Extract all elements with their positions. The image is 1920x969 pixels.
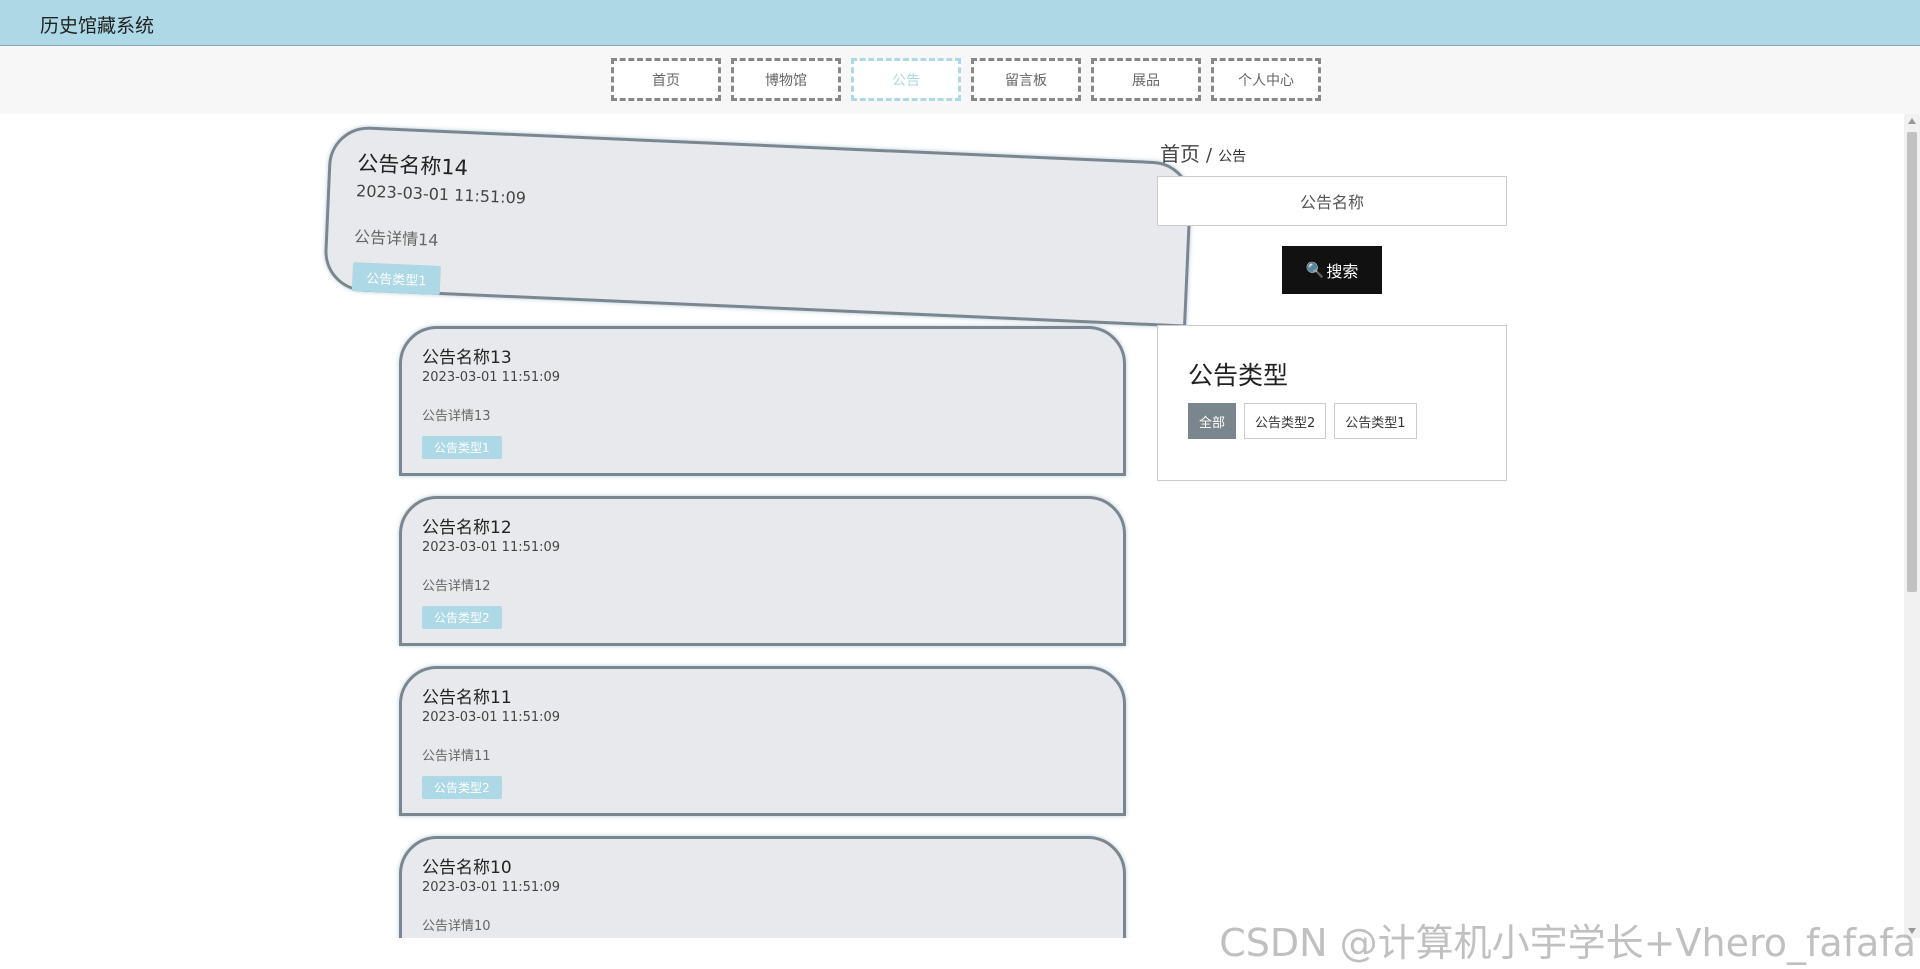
breadcrumb-home[interactable]: 首页 bbox=[1160, 142, 1200, 166]
nav-list: 首页 博物馆 公告 留言板 展品 个人中心 bbox=[611, 58, 1321, 101]
notice-title: 公告名称12 bbox=[422, 518, 512, 538]
search-button-label: 搜索 bbox=[1326, 262, 1359, 281]
type-filter-type1[interactable]: 公告类型1 bbox=[1334, 403, 1417, 439]
nav-item-user-center[interactable]: 个人中心 bbox=[1211, 58, 1321, 101]
nav-item-museum[interactable]: 博物馆 bbox=[731, 58, 841, 101]
notice-card[interactable]: 公告名称13 2023-03-01 11:51:09 公告详情13 公告类型1 bbox=[399, 326, 1126, 476]
notice-type-tag: 公告类型2 bbox=[422, 776, 502, 799]
notice-detail: 公告详情11 bbox=[422, 749, 491, 764]
type-filter-all[interactable]: 全部 bbox=[1188, 403, 1237, 439]
breadcrumb-separator: / bbox=[1206, 145, 1213, 166]
search-input[interactable]: 公告名称 bbox=[1157, 176, 1507, 226]
nav-item-message-board[interactable]: 留言板 bbox=[971, 58, 1081, 101]
notice-title: 公告名称11 bbox=[422, 688, 512, 708]
search-icon: 🔍 bbox=[1305, 261, 1325, 279]
content-area: 公告名称13 2023-03-01 11:51:09 公告详情13 公告类型1 … bbox=[0, 114, 1904, 938]
notice-detail: 公告详情12 bbox=[422, 579, 491, 594]
type-filter-type2[interactable]: 公告类型2 bbox=[1244, 403, 1327, 439]
notice-card[interactable]: 公告名称12 2023-03-01 11:51:09 公告详情12 公告类型2 bbox=[399, 496, 1126, 646]
notice-title: 公告名称10 bbox=[422, 858, 512, 878]
search-button[interactable]: 🔍 搜索 bbox=[1282, 246, 1382, 294]
notice-detail: 公告详情13 bbox=[422, 409, 491, 424]
site-title: 历史馆藏系统 bbox=[40, 15, 155, 37]
notice-time: 2023-03-01 11:51:09 bbox=[355, 181, 527, 208]
notice-type-tag: 公告类型2 bbox=[422, 606, 502, 629]
notice-type-tag: 公告类型1 bbox=[422, 436, 502, 459]
top-header-bar: 历史馆藏系统 bbox=[0, 0, 1920, 46]
vertical-scrollbar[interactable] bbox=[1904, 114, 1920, 938]
nav-item-home[interactable]: 首页 bbox=[611, 58, 721, 101]
notice-time: 2023-03-01 11:51:09 bbox=[422, 880, 561, 895]
breadcrumb-current: 公告 bbox=[1218, 149, 1247, 165]
notice-time: 2023-03-01 11:51:09 bbox=[422, 540, 561, 555]
notice-card-featured[interactable]: 公告名称14 2023-03-01 11:51:09 公告详情14 公告类型1 bbox=[322, 125, 1194, 328]
nav-item-notice[interactable]: 公告 bbox=[851, 58, 961, 101]
watermark: CSDN @计算机小宇学长+Vhero_fafafa bbox=[1219, 921, 1916, 965]
notice-title: 公告名称14 bbox=[356, 151, 469, 181]
notice-title: 公告名称13 bbox=[422, 348, 512, 368]
notice-card[interactable]: 公告名称11 2023-03-01 11:51:09 公告详情11 公告类型2 bbox=[399, 666, 1126, 816]
notice-time: 2023-03-01 11:51:09 bbox=[422, 710, 561, 725]
scroll-up-arrow-icon[interactable] bbox=[1908, 118, 1916, 124]
notice-time: 2023-03-01 11:51:09 bbox=[422, 370, 561, 385]
notice-detail: 公告详情10 bbox=[422, 919, 491, 934]
notice-type-panel: 公告类型 全部 公告类型2 公告类型1 bbox=[1157, 325, 1507, 481]
notice-type-tag: 公告类型1 bbox=[351, 262, 442, 295]
breadcrumb: 首页 / 公告 bbox=[1160, 138, 1246, 167]
nav-item-exhibits[interactable]: 展品 bbox=[1091, 58, 1201, 101]
notice-type-panel-title: 公告类型 bbox=[1188, 361, 1289, 390]
notice-detail: 公告详情14 bbox=[353, 227, 439, 250]
main-navigation: 首页 博物馆 公告 留言板 展品 个人中心 bbox=[0, 46, 1920, 114]
notice-type-list: 全部 公告类型2 公告类型1 bbox=[1188, 403, 1417, 439]
notice-card[interactable]: 公告名称10 2023-03-01 11:51:09 公告详情10 bbox=[399, 836, 1126, 938]
scrollbar-thumb[interactable] bbox=[1907, 132, 1917, 592]
